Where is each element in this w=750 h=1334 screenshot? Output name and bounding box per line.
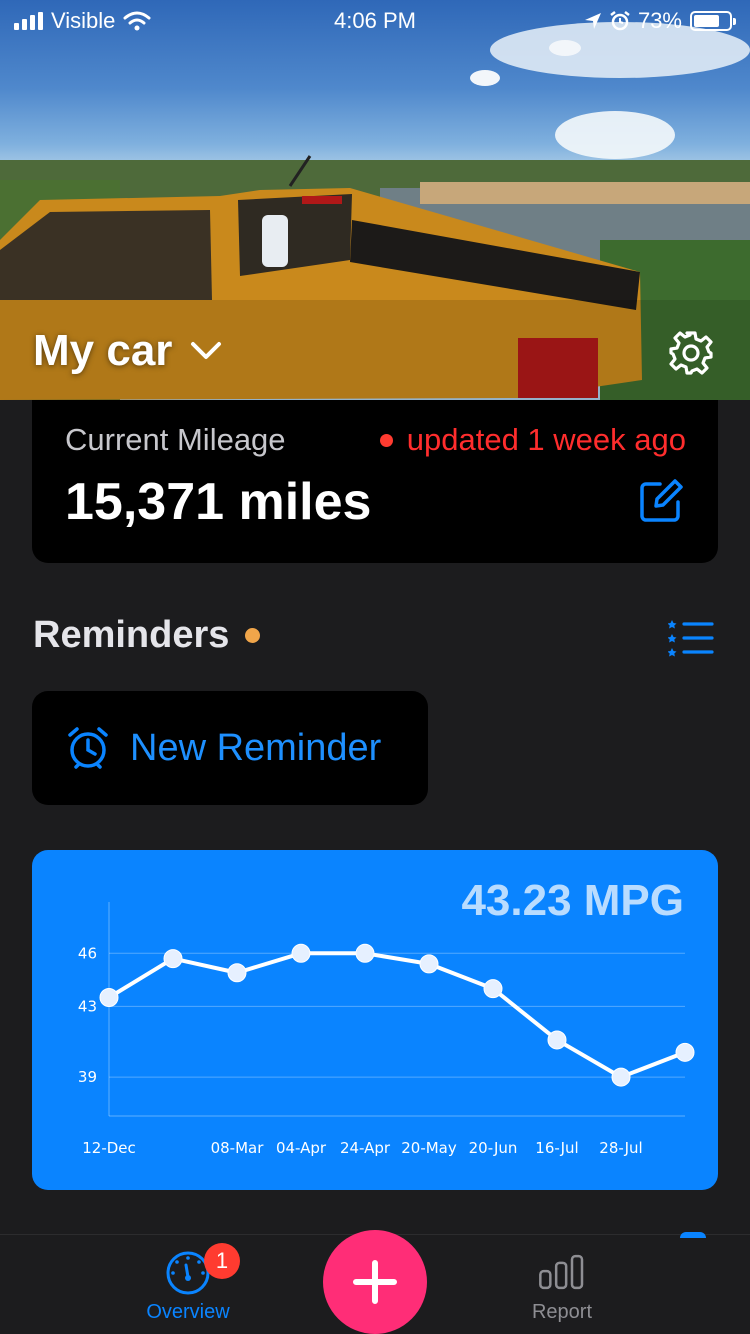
status-right: 73% [584,8,736,34]
plus-icon [353,1260,397,1304]
mpg-data-point [227,963,247,983]
mpg-series-line [107,951,686,1080]
mpg-data-point [483,979,503,999]
x-tick-label: 28-Jul [599,1139,642,1157]
mpg-data-point [291,943,311,963]
location-icon [584,13,601,29]
tab-overview[interactable]: Overview 1 [108,1243,268,1324]
new-reminder-label: New Reminder [130,726,382,769]
edit-icon[interactable] [638,478,684,524]
notification-badge: 1 [204,1243,240,1279]
mpg-data-point [355,943,375,963]
tab-overview-label: Overview [146,1301,230,1323]
mpg-data-point [675,1042,695,1062]
new-reminder-button[interactable]: New Reminder [32,691,428,805]
mileage-label: Current Mileage [65,422,286,457]
car-selector[interactable]: My car [33,326,222,376]
mpg-chart-card[interactable]: 43.23 MPG 39 43 46 12-Dec 08-Mar 04-Apr 24-Apr… [32,850,718,1190]
alarm-icon [610,11,630,31]
chevron-down-icon [191,342,222,359]
add-entry-button[interactable] [323,1230,427,1334]
settings-gear-icon[interactable] [666,328,716,378]
car-title: My car [33,326,173,375]
mileage-updated-text: updated 1 week ago [406,422,686,457]
alarm-clock-icon [68,727,108,769]
x-tick-label: 12-Dec [82,1139,136,1157]
tab-report-label: Report [531,1301,593,1323]
bar-chart-icon [539,1254,584,1290]
car-photo-header: Visible 4:06 PM 73% My car [0,0,750,400]
mileage-value: 15,371 miles [65,473,372,531]
alert-dot [379,433,393,447]
scroll-peek-indicator [680,1232,706,1238]
mileage-updated-status: updated 1 week ago [379,422,686,458]
x-tick-label: 20-May [401,1139,457,1157]
mpg-line-chart: 39 43 46 12-Dec 08-Mar 04-Apr 24-Apr 20-May 20-J… [78,902,695,1157]
x-tick-label: 04-Apr [276,1139,327,1157]
y-tick-label: 39 [78,1068,97,1086]
reminders-header: Reminders [33,614,261,657]
x-tick-label: 08-Mar [211,1139,265,1157]
mpg-data-point [547,1030,567,1050]
mpg-data-point [163,949,183,969]
battery-percent: 73% [637,8,682,33]
y-tick-label: 46 [78,944,97,962]
list-icon[interactable] [668,618,714,658]
reminders-status-dot [245,628,261,643]
status-bar: Visible 4:06 PM 73% [0,0,750,42]
x-tick-label: 20-Jun [469,1139,518,1157]
tab-report[interactable]: Report [482,1249,642,1324]
mpg-data-point [419,954,439,974]
mpg-data-point [99,988,119,1008]
reminders-title: Reminders [33,614,230,656]
mileage-card[interactable]: Current Mileage updated 1 week ago 15,37… [32,400,718,563]
battery-level [694,15,719,27]
mpg-data-point [611,1067,631,1087]
y-tick-label: 43 [78,997,97,1015]
x-tick-label: 24-Apr [340,1139,391,1157]
battery-icon [690,11,736,31]
x-tick-label: 16-Jul [535,1139,578,1157]
